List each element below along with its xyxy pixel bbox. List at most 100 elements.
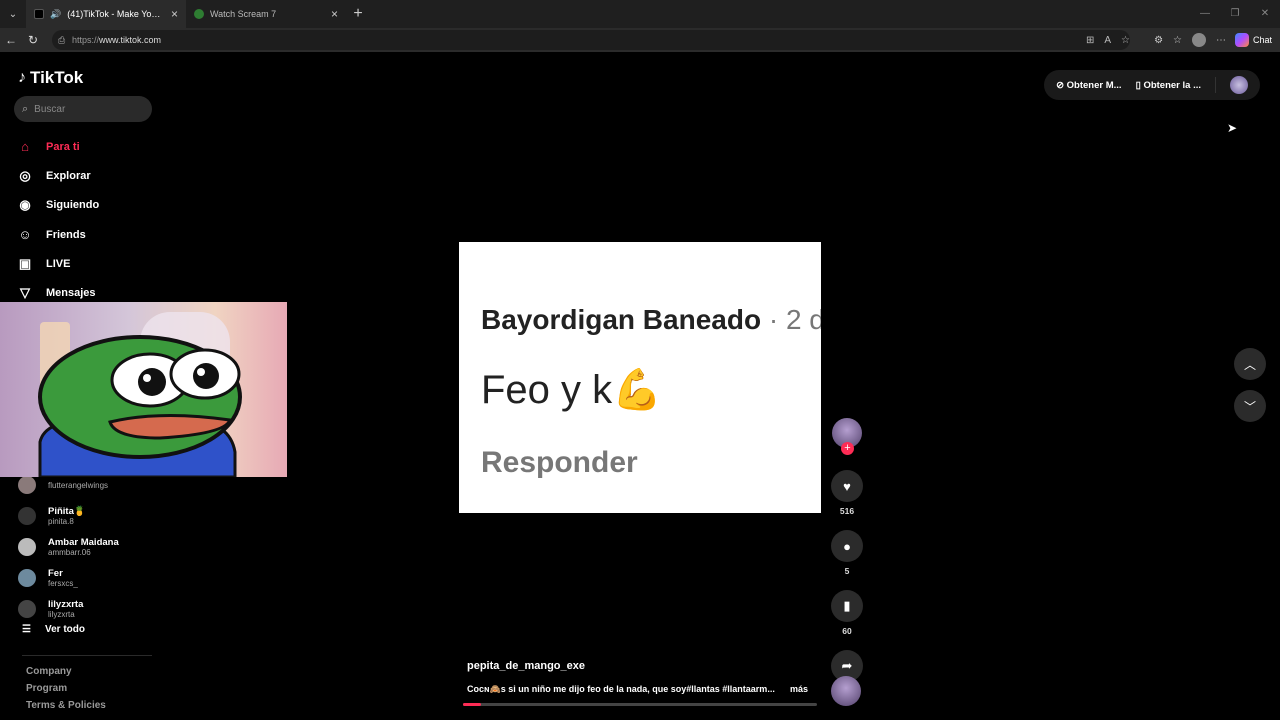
following-username: pinita.8 xyxy=(48,517,74,527)
next-video-button[interactable]: ﹀ xyxy=(1234,390,1266,422)
like-count: 516 xyxy=(839,506,855,516)
tab-tiktok[interactable]: 🔊 (41)TikTok - Make Your Day × xyxy=(26,0,186,28)
tiktok-logo[interactable]: ♪ TikTok xyxy=(18,68,83,88)
avatar xyxy=(18,507,36,526)
profile-avatar[interactable] xyxy=(1230,76,1248,94)
following-username: fersxcs_ xyxy=(48,578,78,588)
nav-label: Mensajes xyxy=(46,287,96,300)
see-all-label: Ver todo xyxy=(44,624,85,635)
url-host: www.tiktok.com xyxy=(99,35,162,45)
app-available-icon[interactable]: ⊞ xyxy=(1086,35,1094,46)
nav-siguiendo[interactable]: ◉ Siguiendo xyxy=(16,191,99,220)
video-progress-bar[interactable] xyxy=(463,703,817,706)
close-window-icon[interactable]: ✕ xyxy=(1250,0,1280,28)
video-player[interactable]: Bayordigan Baneado · 2 d Feo y k💪 Respon… xyxy=(459,242,821,513)
tab-title: Watch Scream 7 xyxy=(210,9,277,19)
nav-live[interactable]: ▣ LIVE xyxy=(16,249,99,278)
nav-label: Friends xyxy=(46,228,86,241)
comment-count: 5 xyxy=(844,566,850,576)
tab-list-button[interactable]: ⌄ xyxy=(0,0,26,28)
see-all-link[interactable]: ☰ Ver todo xyxy=(22,624,85,635)
creator-avatar[interactable]: + xyxy=(832,418,862,455)
avatar xyxy=(18,476,36,495)
close-tab-icon[interactable]: × xyxy=(331,7,338,21)
footer-link-terms[interactable]: Terms & Policies xyxy=(26,700,106,711)
save-count: 60 xyxy=(842,626,852,636)
tiktok-favicon-icon xyxy=(34,9,44,19)
back-icon[interactable]: ← xyxy=(0,33,22,47)
tab-scream[interactable]: Watch Scream 7 × xyxy=(186,0,346,28)
nav-para-ti[interactable]: ⌂ Para ti xyxy=(16,132,99,161)
following-name: Ambar Maidana xyxy=(48,536,119,548)
home-icon: ⌂ xyxy=(21,139,29,155)
footer-link-program[interactable]: Program xyxy=(26,683,106,694)
get-coins-button[interactable]: ⊘ Obtener M... xyxy=(1056,80,1122,91)
heart-icon: ♥ xyxy=(843,478,851,494)
url-tools: ⊞ A ☆ xyxy=(1086,28,1130,52)
live-icon: ▣ xyxy=(18,255,32,271)
new-tab-button[interactable]: + xyxy=(346,5,370,23)
following-item[interactable]: lilyzxrta lilyzxrta xyxy=(18,593,158,624)
like-button[interactable]: ♥ xyxy=(831,470,863,502)
copilot-chat-button[interactable]: Chat xyxy=(1234,32,1272,48)
following-item[interactable]: Piñita🍍 pinita.8 xyxy=(18,501,158,532)
follow-plus-icon[interactable]: + xyxy=(841,442,854,455)
favorites-icon[interactable]: ☆ xyxy=(1173,35,1182,46)
brand-name: TikTok xyxy=(30,68,84,87)
following-username: flutterangelwings xyxy=(48,480,109,490)
more-icon[interactable]: ⋯ xyxy=(1216,35,1226,46)
avatar xyxy=(18,568,36,587)
tiktok-note-icon: ♪ xyxy=(18,69,26,86)
top-right-actions: ⊘ Obtener M... ▯ Obtener la ... xyxy=(1044,70,1260,100)
address-bar-row: ← ↻ ⎙ https://www.tiktok.com ⚙ ☆ ⋯ ⊞ A ☆… xyxy=(0,28,1280,52)
site-info-icon[interactable]: ⎙ xyxy=(58,35,65,46)
comment-icon: ● xyxy=(843,538,851,554)
translate-icon[interactable]: A xyxy=(1104,35,1111,46)
search-box[interactable]: ⌕ xyxy=(14,96,152,122)
close-tab-icon[interactable]: × xyxy=(171,7,178,21)
speaker-icon[interactable]: 🔊 xyxy=(50,9,61,20)
toolbar-icons: ⚙ ☆ ⋯ xyxy=(1154,28,1226,52)
extensions-icon[interactable]: ⚙ xyxy=(1154,35,1163,46)
more-link[interactable]: más xyxy=(790,684,808,694)
nav-friends[interactable]: ☺ Friends xyxy=(16,220,99,249)
video-description: Cᴏᴄɴ🙈s si un niño me dijo feo de la nada… xyxy=(467,684,775,694)
profile-icon[interactable] xyxy=(1192,33,1206,47)
footer-links: Company Program Terms & Policies xyxy=(26,666,106,711)
previous-video-button[interactable]: ︿ xyxy=(1234,348,1266,380)
nav-label: Siguiendo xyxy=(46,199,100,212)
save-button[interactable]: ▮ xyxy=(831,590,863,622)
nav-explorar[interactable]: ◎ Explorar xyxy=(16,161,99,190)
following-item[interactable]: Fer fersxcs_ xyxy=(18,562,158,593)
main-nav: ⌂ Para ti ◎ Explorar ◉ Siguiendo ☺ Frien… xyxy=(16,132,99,308)
following-name: Fer xyxy=(48,567,63,579)
nav-label: Para ti xyxy=(46,140,80,153)
comment-button[interactable]: ● xyxy=(831,530,863,562)
window-controls: — ❐ ✕ xyxy=(1190,0,1280,28)
reload-icon[interactable]: ↻ xyxy=(22,33,44,47)
avatar xyxy=(18,599,36,618)
nav-label: Explorar xyxy=(46,169,91,182)
get-app-label: Obtener la ... xyxy=(1143,79,1201,91)
video-progress-fill xyxy=(463,703,481,706)
footer-link-company[interactable]: Company xyxy=(26,666,106,677)
star-icon[interactable]: ☆ xyxy=(1121,35,1130,46)
compass-icon: ◎ xyxy=(19,167,31,183)
comment-time: · 2 d xyxy=(761,304,821,335)
get-app-button[interactable]: ▯ Obtener la ... xyxy=(1136,80,1201,91)
search-icon: ⌕ xyxy=(22,102,29,115)
url-protocol: https:// xyxy=(72,35,100,45)
url-field[interactable]: ⎙ https://www.tiktok.com xyxy=(52,30,1130,50)
video-username[interactable]: pepita_de_mango_exe xyxy=(467,660,585,672)
nav-label: LIVE xyxy=(46,257,71,270)
avatar xyxy=(18,537,36,556)
minimize-icon[interactable]: — xyxy=(1190,0,1220,28)
divider xyxy=(22,655,152,656)
music-disc-avatar[interactable] xyxy=(831,676,861,706)
bookmark-icon: ▮ xyxy=(843,598,851,613)
comment-author: Bayordigan Baneado · 2 d xyxy=(481,304,821,336)
restore-icon[interactable]: ❐ xyxy=(1220,0,1250,28)
search-input[interactable] xyxy=(34,103,135,115)
following-item[interactable]: Ambar Maidana ammbarr.06 xyxy=(18,532,158,563)
action-bar: + ♥ 516 ● 5 ▮ 60 ➦ 160 xyxy=(831,418,863,696)
